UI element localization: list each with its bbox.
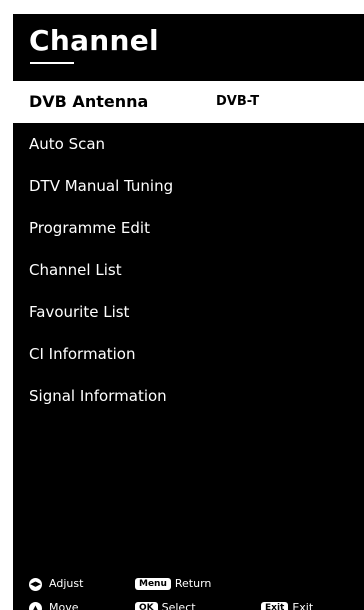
- legend-return: Menu Return: [135, 576, 211, 592]
- menu-item-label: CI Information: [29, 345, 136, 363]
- menu-key-icon: Menu: [135, 578, 171, 590]
- legend-exit-label: Exit: [292, 601, 314, 610]
- menu-item-ci-information[interactable]: CI Information: [13, 333, 364, 375]
- page-title: Channel: [29, 24, 159, 57]
- ok-key-icon: OK: [135, 602, 158, 610]
- channel-menu-panel: Channel DVB Antenna DVB-T Auto Scan DTV …: [13, 14, 364, 610]
- up-down-dpad-icon: ▲: [29, 601, 42, 610]
- menu-item-channel-list[interactable]: Channel List: [13, 249, 364, 291]
- menu-header: Channel: [13, 14, 364, 81]
- menu-item-auto-scan[interactable]: Auto Scan: [13, 123, 364, 165]
- menu-item-label: DTV Manual Tuning: [29, 177, 174, 195]
- menu-item-signal-information[interactable]: Signal Information: [13, 375, 364, 417]
- button-legend: ◀▶ Adjust Menu Return ▲ Move OK Select E…: [29, 567, 359, 610]
- menu-item-label: DVB Antenna: [29, 92, 149, 111]
- legend-move-label: Move: [49, 601, 79, 610]
- legend-return-label: Return: [174, 577, 212, 590]
- exit-key-icon: Exit: [261, 602, 289, 610]
- menu-item-dtv-manual-tuning[interactable]: DTV Manual Tuning: [13, 165, 364, 207]
- menu-item-dvb-antenna[interactable]: DVB Antenna DVB-T: [13, 81, 364, 123]
- legend-exit: Exit Exit: [261, 600, 313, 610]
- menu-item-label: Channel List: [29, 261, 122, 279]
- channel-menu-list: DVB Antenna DVB-T Auto Scan DTV Manual T…: [13, 81, 364, 417]
- menu-item-label: Signal Information: [29, 387, 167, 405]
- legend-adjust: ◀▶ Adjust: [29, 576, 83, 592]
- legend-select: OK Select: [135, 600, 196, 610]
- legend-select-label: Select: [161, 601, 196, 610]
- menu-item-label: Programme Edit: [29, 219, 150, 237]
- title-underline: [30, 62, 74, 64]
- dvb-antenna-value[interactable]: DVB-T: [216, 81, 259, 123]
- legend-move: ▲ Move: [29, 600, 79, 610]
- menu-item-label: Auto Scan: [29, 135, 106, 153]
- left-right-dpad-icon: ◀▶: [29, 577, 42, 591]
- legend-adjust-label: Adjust: [49, 577, 84, 590]
- menu-item-favourite-list[interactable]: Favourite List: [13, 291, 364, 333]
- menu-item-label: Favourite List: [29, 303, 130, 321]
- menu-item-programme-edit[interactable]: Programme Edit: [13, 207, 364, 249]
